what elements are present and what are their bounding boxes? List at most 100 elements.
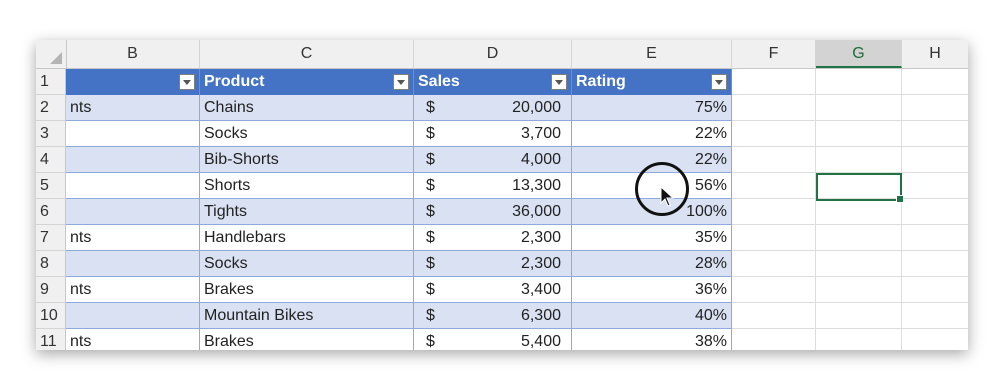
cell-h[interactable] xyxy=(902,121,968,147)
sales-value: 20,000 xyxy=(512,99,561,116)
cell-b[interactable] xyxy=(66,147,200,173)
cell-b[interactable]: nts xyxy=(66,277,200,303)
column-header-d[interactable]: D xyxy=(414,40,572,68)
filter-dropdown-icon[interactable] xyxy=(551,74,567,90)
row-header-11[interactable]: 11 xyxy=(36,329,66,350)
cell-g[interactable] xyxy=(816,147,902,173)
cell-rating[interactable]: 75% xyxy=(572,95,732,121)
cell-h[interactable] xyxy=(902,329,968,350)
cell-h[interactable] xyxy=(902,225,968,251)
cell-g[interactable] xyxy=(816,225,902,251)
cell-sales[interactable]: $3,400 xyxy=(414,277,572,303)
cell-sales[interactable]: $5,400 xyxy=(414,329,572,350)
cell-h[interactable] xyxy=(902,303,968,329)
cell-rating[interactable]: 38% xyxy=(572,329,732,350)
cell-b[interactable] xyxy=(66,121,200,147)
filter-dropdown-icon[interactable] xyxy=(179,74,195,90)
column-header-c[interactable]: C xyxy=(200,40,414,68)
cell-f[interactable] xyxy=(732,303,816,329)
cell-f[interactable] xyxy=(732,95,816,121)
cell-b[interactable] xyxy=(66,303,200,329)
cell-product[interactable]: Shorts xyxy=(200,173,414,199)
row-header-2[interactable]: 2 xyxy=(36,95,66,121)
row-header-3[interactable]: 3 xyxy=(36,121,66,147)
cell-sales[interactable]: $36,000 xyxy=(414,199,572,225)
table-header-product[interactable]: Product xyxy=(200,69,414,95)
column-header-h[interactable]: H xyxy=(902,40,968,68)
cell-sales[interactable]: $13,300 xyxy=(414,173,572,199)
active-cell-selection[interactable] xyxy=(816,173,904,203)
cell-g[interactable] xyxy=(816,277,902,303)
cell-b[interactable]: nts xyxy=(66,329,200,350)
row-header-4[interactable]: 4 xyxy=(36,147,66,173)
cell-product[interactable]: Mountain Bikes xyxy=(200,303,414,329)
cell-h[interactable] xyxy=(902,277,968,303)
cell-h[interactable] xyxy=(902,199,968,225)
cell-rating[interactable]: 22% xyxy=(572,121,732,147)
cell-sales[interactable]: $2,300 xyxy=(414,251,572,277)
cell-f1[interactable] xyxy=(732,69,816,95)
cell-b[interactable]: nts xyxy=(66,225,200,251)
filter-dropdown-icon[interactable] xyxy=(711,74,727,90)
row-header-7[interactable]: 7 xyxy=(36,225,66,251)
cell-f[interactable] xyxy=(732,251,816,277)
cell-product[interactable]: Chains xyxy=(200,95,414,121)
cell-g[interactable] xyxy=(816,303,902,329)
cell-h[interactable] xyxy=(902,251,968,277)
cell-product[interactable]: Brakes xyxy=(200,277,414,303)
cell-g1[interactable] xyxy=(816,69,902,95)
cell-b[interactable] xyxy=(66,173,200,199)
cell-sales[interactable]: $20,000 xyxy=(414,95,572,121)
cell-h[interactable] xyxy=(902,147,968,173)
cell-f[interactable] xyxy=(732,277,816,303)
cell-b[interactable] xyxy=(66,251,200,277)
cell-g[interactable] xyxy=(816,199,902,225)
filter-dropdown-icon[interactable] xyxy=(393,74,409,90)
table-header-rating[interactable]: Rating xyxy=(572,69,732,95)
cell-rating[interactable]: 35% xyxy=(572,225,732,251)
select-all-corner[interactable] xyxy=(36,40,67,68)
cell-product[interactable]: Tights xyxy=(200,199,414,225)
table-header-sales[interactable]: Sales xyxy=(414,69,572,95)
row-header-1[interactable]: 1 xyxy=(36,69,66,95)
cell-product[interactable]: Socks xyxy=(200,121,414,147)
cell-f[interactable] xyxy=(732,147,816,173)
cell-rating[interactable]: 36% xyxy=(572,277,732,303)
column-header-e[interactable]: E xyxy=(572,40,732,68)
column-header-b[interactable]: B xyxy=(66,40,200,68)
table-header-b[interactable] xyxy=(66,69,200,95)
cell-product[interactable]: Handlebars xyxy=(200,225,414,251)
cell-sales[interactable]: $2,300 xyxy=(414,225,572,251)
table-header-rating-label: Rating xyxy=(576,73,626,90)
row-header-5[interactable]: 5 xyxy=(36,173,66,199)
cell-f[interactable] xyxy=(732,225,816,251)
cell-g[interactable] xyxy=(816,251,902,277)
cell-product[interactable]: Brakes xyxy=(200,329,414,350)
row-header-10[interactable]: 10 xyxy=(36,303,66,329)
column-header-f[interactable]: F xyxy=(732,40,816,68)
cell-h[interactable] xyxy=(902,173,968,199)
cell-f[interactable] xyxy=(732,173,816,199)
cell-g[interactable] xyxy=(816,121,902,147)
cell-g[interactable] xyxy=(816,329,902,350)
cell-b[interactable] xyxy=(66,199,200,225)
row-header-6[interactable]: 6 xyxy=(36,199,66,225)
cell-sales[interactable]: $4,000 xyxy=(414,147,572,173)
cell-f[interactable] xyxy=(732,199,816,225)
cell-sales[interactable]: $6,300 xyxy=(414,303,572,329)
cell-g[interactable] xyxy=(816,95,902,121)
cell-sales[interactable]: $3,700 xyxy=(414,121,572,147)
cell-rating[interactable]: 40% xyxy=(572,303,732,329)
cell-product[interactable]: Bib-Shorts xyxy=(200,147,414,173)
row-header-8[interactable]: 8 xyxy=(36,251,66,277)
cell-f[interactable] xyxy=(732,121,816,147)
sales-value: 5,400 xyxy=(520,333,561,350)
row-header-9[interactable]: 9 xyxy=(36,277,66,303)
cell-rating[interactable]: 28% xyxy=(572,251,732,277)
cell-h[interactable] xyxy=(902,95,968,121)
cell-h1[interactable] xyxy=(902,69,968,95)
cell-product[interactable]: Socks xyxy=(200,251,414,277)
cell-f[interactable] xyxy=(732,329,816,350)
cell-b[interactable]: nts xyxy=(66,95,200,121)
column-header-g[interactable]: G xyxy=(816,40,902,68)
